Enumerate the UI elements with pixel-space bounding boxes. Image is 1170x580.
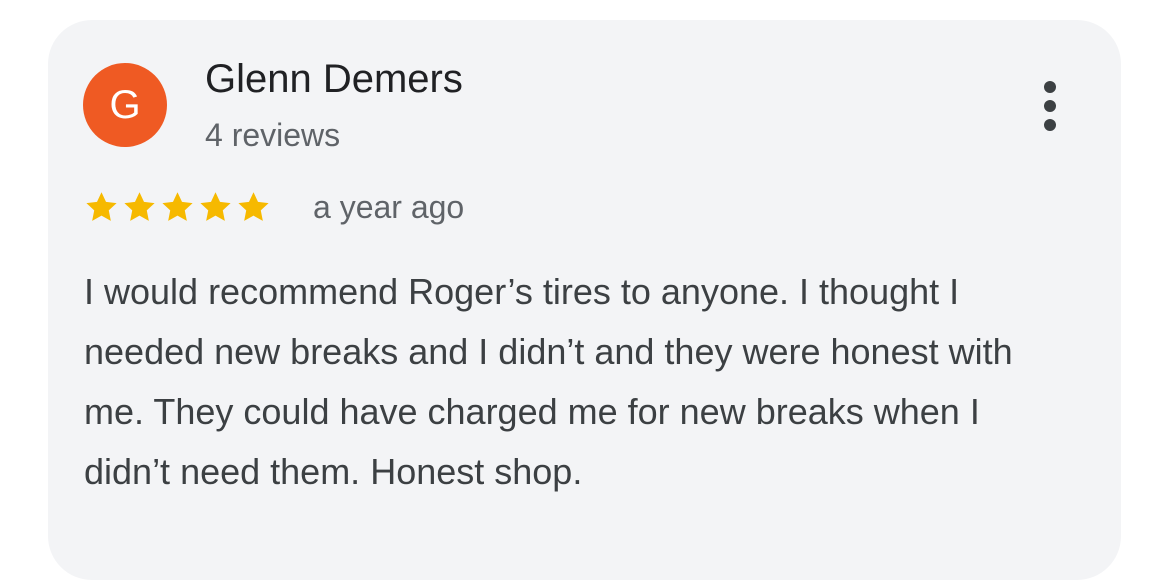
more-vertical-icon bbox=[1044, 81, 1056, 131]
avatar-letter: G bbox=[109, 82, 141, 127]
star-icon bbox=[124, 192, 155, 221]
star-rating bbox=[84, 190, 271, 226]
review-date: a year ago bbox=[313, 189, 465, 225]
avatar[interactable]: G bbox=[83, 63, 167, 147]
review-count[interactable]: 4 reviews bbox=[205, 116, 340, 154]
star-icon bbox=[238, 192, 269, 221]
more-options-button[interactable] bbox=[1026, 72, 1074, 140]
star-icon bbox=[200, 192, 231, 221]
star-icon bbox=[162, 192, 193, 221]
reviewer-name[interactable]: Glenn Demers bbox=[205, 56, 463, 102]
review-text: I would recommend Roger’s tires to anyon… bbox=[84, 271, 1013, 492]
star-icon bbox=[86, 192, 117, 221]
